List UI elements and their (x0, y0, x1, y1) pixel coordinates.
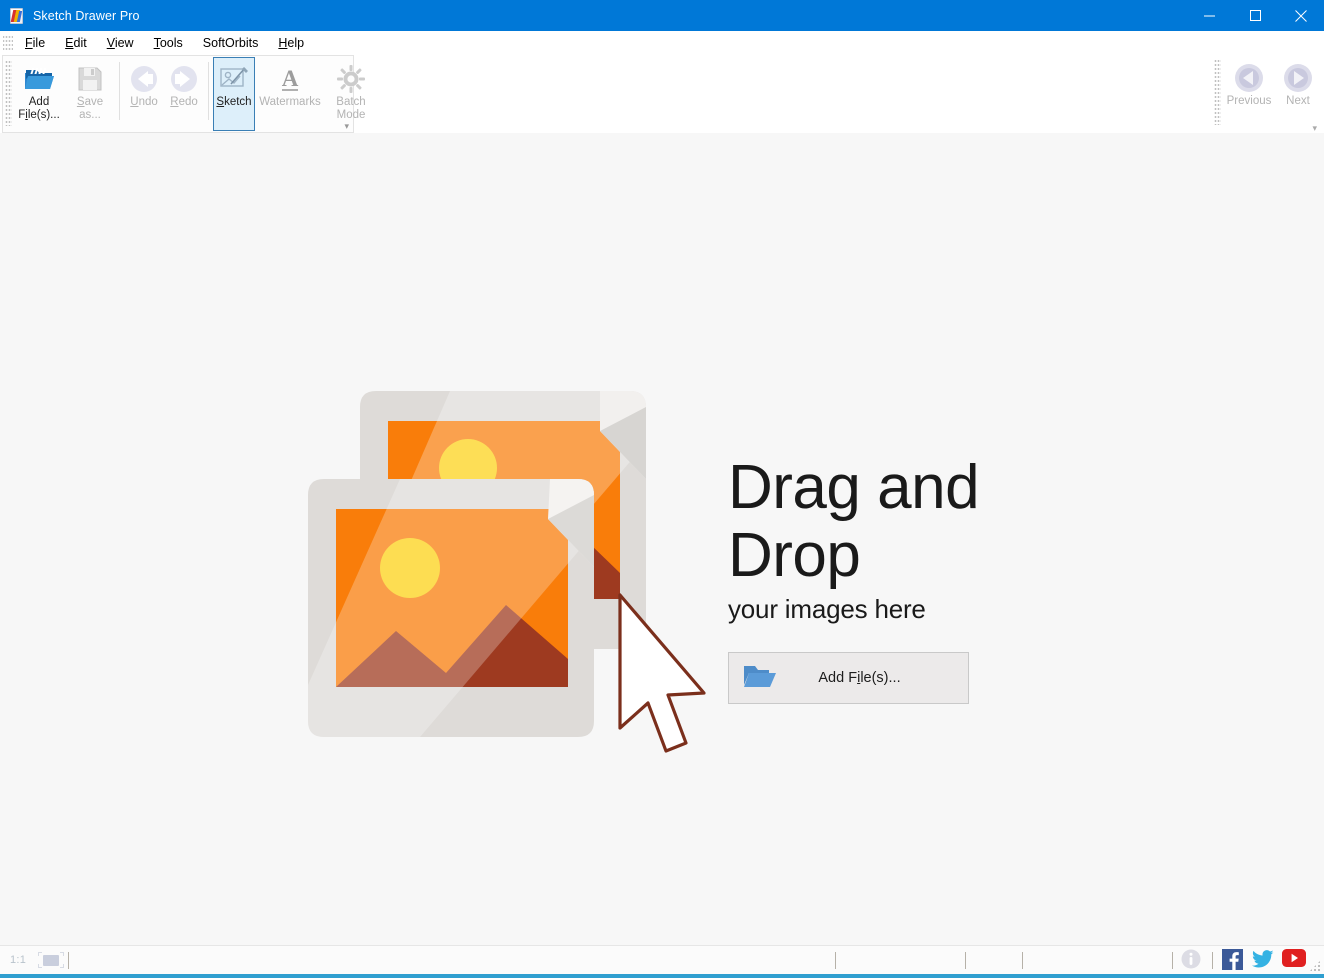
toolbar-redo-label: Redo (169, 96, 199, 109)
front-photo-frame (308, 479, 594, 737)
toolbar-sketch-button[interactable]: Sketch (213, 57, 255, 131)
zoom-level-label: 1:1 (10, 954, 26, 966)
menu-item-help[interactable]: Help (268, 33, 314, 53)
undo-arrow-icon (129, 62, 159, 96)
mouse-cursor-icon (620, 595, 704, 751)
open-folder-icon (23, 62, 55, 96)
info-circle-icon[interactable] (1181, 949, 1203, 971)
toolbar-previous-button[interactable]: Previous (1222, 57, 1276, 129)
window-title: Sketch Drawer Pro (33, 9, 140, 23)
toolbar-watermarks-button[interactable]: A Watermarks (255, 58, 325, 130)
status-divider-3 (965, 952, 966, 969)
toolbar-next-label: Next (1285, 95, 1311, 108)
toolbar-save-as-label-line2: as... (78, 109, 102, 122)
toolbar-sketch-label: Sketch (215, 96, 252, 109)
toolbar-batch-mode-label-line1: Batch (335, 96, 366, 109)
menu-item-tools[interactable]: Tools (144, 33, 193, 53)
maximize-button[interactable] (1232, 0, 1278, 31)
drop-zone-title: Drag and Drop (728, 454, 1120, 590)
drag-drop-images-illustration (300, 383, 710, 783)
youtube-icon[interactable] (1282, 949, 1304, 971)
toolbar-group-navigation: Previous Next ▾ (1212, 55, 1320, 133)
chevron-left-circle-icon (1233, 61, 1265, 95)
redo-arrow-icon (169, 62, 199, 96)
svg-text:A: A (282, 66, 299, 91)
menu-item-view[interactable]: View (97, 33, 144, 53)
toolbar-save-as-label-line1: Save (76, 96, 104, 109)
toolbar-nav-overflow-chevron-icon[interactable]: ▾ (1312, 124, 1317, 133)
menu-item-file[interactable]: File (15, 33, 55, 53)
facebook-icon[interactable] (1222, 949, 1244, 971)
toolbar-save-as-button[interactable]: Save as... (65, 58, 115, 130)
toolbar-group-main: Add File(s)... Save as... (2, 55, 354, 133)
toolbar-next-button[interactable]: Next (1276, 57, 1320, 129)
toolbar-undo-button[interactable]: Undo (124, 58, 164, 130)
drop-zone-text: Drag and Drop your images here Add File(… (728, 454, 1120, 712)
floppy-disk-icon (76, 62, 104, 96)
status-social-links (1181, 949, 1312, 971)
status-divider-5 (1172, 952, 1173, 969)
sketch-icon (219, 62, 249, 96)
fit-to-window-icon[interactable] (36, 952, 66, 968)
drop-zone[interactable]: Drag and Drop your images here Add File(… (300, 378, 1120, 788)
open-folder-icon (743, 663, 777, 694)
minimize-button[interactable] (1186, 0, 1232, 31)
close-button[interactable] (1278, 0, 1324, 31)
menu-drag-grip[interactable] (3, 34, 13, 52)
menu-item-softorbits[interactable]: SoftOrbits (193, 33, 269, 53)
toolbar-undo-label: Undo (129, 96, 159, 109)
app-icon (9, 8, 25, 24)
navigation-drag-grip[interactable] (1214, 59, 1221, 125)
window-controls (1186, 0, 1324, 31)
toolbar: Add File(s)... Save as... (0, 55, 1324, 133)
toolbar-overflow-chevron-icon[interactable]: ▾ (344, 122, 349, 131)
toolbar-batch-mode-button[interactable]: Batch Mode (325, 58, 377, 130)
status-divider-2 (835, 952, 836, 969)
toolbar-add-files-label-line1: Add (28, 96, 50, 109)
toolbar-watermarks-label: Watermarks (258, 96, 322, 109)
menu-bar: File Edit View Tools SoftOrbits Help (0, 31, 1324, 55)
toolbar-separator-2 (208, 62, 209, 120)
status-divider-4 (1022, 952, 1023, 969)
toolbar-redo-button[interactable]: Redo (164, 58, 204, 130)
status-divider-1 (68, 952, 69, 969)
toolbar-previous-label: Previous (1226, 95, 1273, 108)
menu-item-edit[interactable]: Edit (55, 33, 97, 53)
gear-sun-icon (337, 62, 365, 96)
status-bar: 1:1 (0, 945, 1324, 974)
twitter-icon[interactable] (1252, 949, 1274, 971)
main-canvas[interactable]: Drag and Drop your images here Add File(… (0, 133, 1324, 945)
add-files-button[interactable]: Add File(s)... (728, 652, 969, 704)
chevron-right-circle-icon (1282, 61, 1314, 95)
title-bar[interactable]: Sketch Drawer Pro (0, 0, 1324, 31)
toolbar-drag-grip[interactable] (5, 60, 12, 126)
add-files-button-label: Add File(s)... (777, 670, 968, 686)
toolbar-batch-mode-label-line2: Mode (336, 109, 367, 122)
drop-zone-subtitle: your images here (728, 594, 1120, 625)
toolbar-separator-1 (119, 62, 120, 120)
toolbar-add-files-button[interactable]: Add File(s)... (13, 58, 65, 130)
toolbar-add-files-label-line2: File(s)... (17, 109, 61, 122)
letter-a-icon: A (276, 62, 304, 96)
